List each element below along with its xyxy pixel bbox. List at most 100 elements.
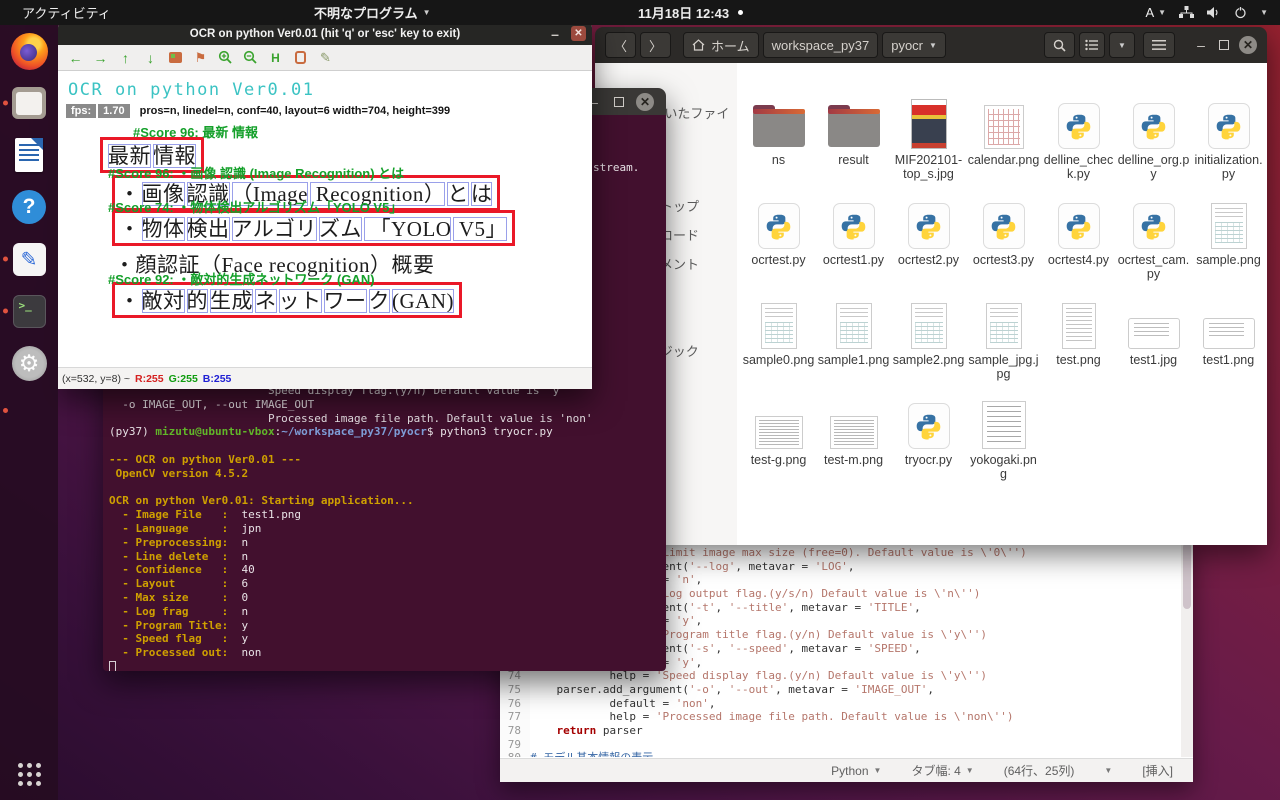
ocr-score-label: #Score 96: ・画像 認識 (Image Recognition) とは bbox=[108, 163, 404, 182]
file-name-label: yokogaki.png bbox=[968, 453, 1040, 481]
chevron-down-icon[interactable]: ▼ bbox=[1104, 766, 1112, 775]
folder-thumbnail-icon bbox=[753, 111, 805, 147]
file-item[interactable]: delline_org.py bbox=[1116, 95, 1191, 181]
app-menu[interactable]: 不明なプログラム ▼ bbox=[308, 0, 437, 25]
input-method-indicator[interactable]: A ▼ bbox=[1145, 5, 1166, 20]
menu-button[interactable] bbox=[1143, 32, 1175, 58]
brush-icon[interactable]: ✎ bbox=[317, 49, 334, 66]
ocr-result-line: #Score 74: ・物体検出アルゴリズム「YOLO V5」・物体検出アルゴリ… bbox=[112, 210, 515, 246]
terminal-line: - Program Title: y bbox=[109, 619, 666, 633]
dock-item-settings[interactable]: ⚙ bbox=[0, 337, 58, 389]
file-item[interactable]: test1.png bbox=[1191, 295, 1266, 381]
file-item[interactable]: sample0.png bbox=[741, 295, 816, 381]
minimize-button[interactable]: – bbox=[547, 26, 563, 42]
dock-item-libreoffice-writer[interactable] bbox=[0, 129, 58, 181]
doc-thumbnail-icon bbox=[761, 303, 797, 349]
file-item[interactable]: test-m.png bbox=[816, 395, 891, 481]
view-options-button[interactable]: ▼ bbox=[1109, 32, 1135, 58]
home-breadcrumb-button[interactable]: ホーム bbox=[683, 32, 759, 58]
terminal-line: Processed image file path. Default value… bbox=[109, 412, 666, 426]
pan-left-icon[interactable]: ← bbox=[67, 49, 84, 66]
close-button[interactable]: ✕ bbox=[1239, 36, 1257, 54]
file-item[interactable]: test-g.png bbox=[741, 395, 816, 481]
power-icon[interactable] bbox=[1234, 6, 1247, 19]
file-item[interactable]: ocrtest4.py bbox=[1041, 195, 1116, 281]
folder-item[interactable]: result bbox=[816, 95, 891, 181]
file-item[interactable]: sample.png bbox=[1191, 195, 1266, 281]
maximize-button[interactable] bbox=[614, 97, 624, 107]
zoom-in-icon[interactable] bbox=[217, 49, 234, 66]
network-icon[interactable] bbox=[1179, 6, 1194, 19]
forward-button[interactable]: 〉 bbox=[640, 32, 671, 58]
save-image-icon[interactable] bbox=[167, 49, 184, 66]
dock-item-firefox[interactable] bbox=[0, 25, 58, 77]
file-item[interactable]: sample_jpg.jpg bbox=[966, 295, 1041, 381]
pan-up-icon[interactable]: ↑ bbox=[117, 49, 134, 66]
folder-item[interactable]: ns bbox=[741, 95, 816, 181]
file-item[interactable]: tryocr.py bbox=[891, 395, 966, 481]
py-thumbnail-icon bbox=[908, 403, 950, 449]
file-item[interactable]: test.png bbox=[1041, 295, 1116, 381]
line-number: 77 bbox=[500, 710, 530, 724]
top-bar: アクティビティ 不明なプログラム ▼ 11月18日 12:43 A ▼ ▼ bbox=[0, 0, 1280, 25]
file-item[interactable]: calendar.png bbox=[966, 95, 1041, 181]
line-number: 75 bbox=[500, 683, 530, 697]
folder-thumbnail-icon bbox=[828, 111, 880, 147]
file-item[interactable]: ocrtest.py bbox=[741, 195, 816, 281]
system-status-area[interactable]: A ▼ ▼ bbox=[1139, 0, 1274, 25]
file-name-label: MIF202101-top_s.jpg bbox=[893, 153, 965, 181]
file-name-label: ocrtest4.py bbox=[1048, 253, 1109, 267]
file-item[interactable]: delline_check.py bbox=[1041, 95, 1116, 181]
terminal-line: - Line delete : n bbox=[109, 550, 666, 564]
file-item[interactable]: MIF202101-top_s.jpg bbox=[891, 95, 966, 181]
close-button[interactable]: ✕ bbox=[636, 93, 654, 111]
file-item[interactable]: ocrtest3.py bbox=[966, 195, 1041, 281]
file-item[interactable]: sample2.png bbox=[891, 295, 966, 381]
dock-item-files[interactable] bbox=[0, 77, 58, 129]
file-item[interactable]: initialization.py bbox=[1191, 95, 1266, 181]
clock[interactable]: 11月18日 12:43 bbox=[632, 0, 749, 25]
volume-icon[interactable] bbox=[1207, 6, 1221, 19]
search-button[interactable] bbox=[1044, 32, 1075, 58]
maximize-button[interactable] bbox=[1219, 40, 1229, 50]
python-logo-icon bbox=[765, 213, 792, 240]
file-item[interactable]: ocrtest2.py bbox=[891, 195, 966, 281]
dock-item-text-editor[interactable]: ✎ bbox=[0, 233, 58, 285]
wide-thumbnail-icon bbox=[1128, 318, 1180, 349]
flag-icon[interactable]: ⚑ bbox=[192, 49, 209, 66]
chevron-down-icon: ▼ bbox=[929, 41, 937, 50]
pan-right-icon[interactable]: → bbox=[92, 49, 109, 66]
code-line: 77 help = 'Processed image file path. De… bbox=[500, 710, 1181, 724]
region-icon[interactable] bbox=[292, 49, 309, 66]
back-button[interactable]: 〈 bbox=[605, 32, 636, 58]
file-item[interactable]: test1.jpg bbox=[1116, 295, 1191, 381]
file-item[interactable]: yokogaki.png bbox=[966, 395, 1041, 481]
file-item[interactable]: sample1.png bbox=[816, 295, 891, 381]
chevron-down-icon[interactable]: ▼ bbox=[1260, 8, 1268, 17]
activities-button[interactable]: アクティビティ bbox=[16, 0, 117, 25]
zoom-out-icon[interactable] bbox=[242, 49, 259, 66]
py-thumbnail-icon bbox=[1058, 103, 1100, 149]
fps-value: 1.70 bbox=[98, 104, 129, 118]
file-manager-window: 〈 〉 ホーム workspace_py37 pyocr ▼ ▼ – ✕ 最近 bbox=[595, 27, 1267, 545]
dock-item-terminal[interactable]: >_ bbox=[0, 285, 58, 337]
file-name-label: test.png bbox=[1056, 353, 1100, 367]
file-item[interactable]: ocrtest1.py bbox=[816, 195, 891, 281]
view-toggle-button[interactable] bbox=[1079, 32, 1105, 58]
file-item[interactable]: ocrtest_cam.py bbox=[1116, 195, 1191, 281]
language-selector[interactable]: Python▼ bbox=[831, 764, 881, 778]
tab-width-selector[interactable]: タブ幅: 4▼ bbox=[911, 762, 973, 779]
terminal-line: --- OCR on python Ver0.01 --- bbox=[109, 453, 666, 467]
show-applications-button[interactable] bbox=[0, 756, 58, 792]
py-thumbnail-icon bbox=[983, 203, 1025, 249]
breadcrumb-pyocr[interactable]: pyocr ▼ bbox=[882, 32, 946, 58]
editor-scrollbar[interactable] bbox=[1181, 541, 1193, 757]
dock-item-help[interactable]: ? bbox=[0, 181, 58, 233]
terminal-line: - Preprocessing: n bbox=[109, 536, 666, 550]
breadcrumb-workspace-py37[interactable]: workspace_py37 bbox=[763, 32, 879, 58]
doc-thumbnail-icon bbox=[911, 303, 947, 349]
minimize-button[interactable]: – bbox=[1193, 37, 1209, 53]
fit-icon[interactable]: H bbox=[267, 49, 284, 66]
pan-down-icon[interactable]: ↓ bbox=[142, 49, 159, 66]
close-button[interactable]: ✕ bbox=[571, 26, 586, 41]
